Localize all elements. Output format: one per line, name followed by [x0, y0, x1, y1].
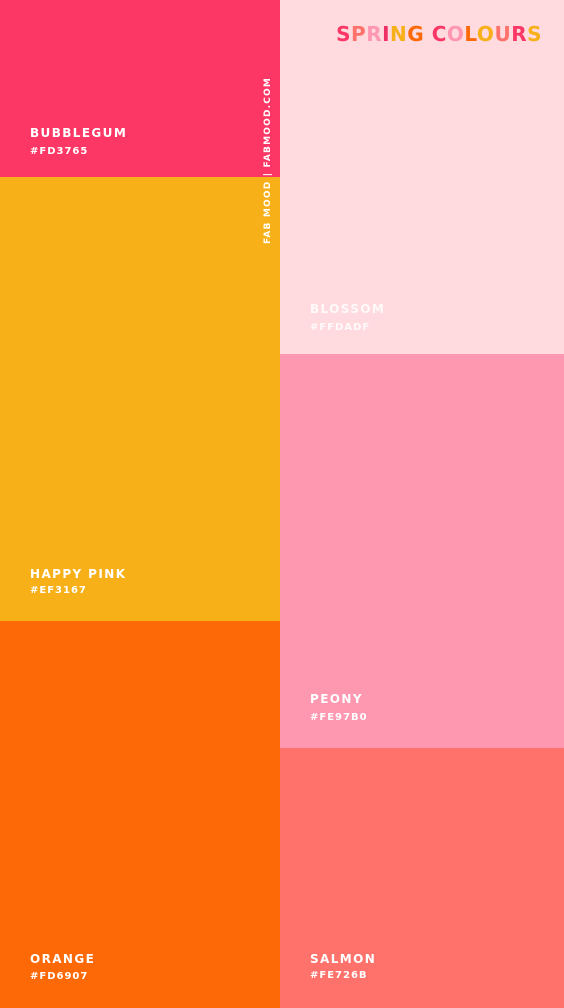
swatch-salmon: SALMON #FE726B	[280, 748, 564, 1008]
swatch-hex: #FE726B	[310, 970, 368, 981]
page-title: SPRING COLOURS	[336, 22, 542, 46]
brand-vertical-text: FAB MOOD | FABMOOD.COM	[263, 76, 273, 244]
swatch-name: PEONY	[310, 692, 363, 706]
swatch-name: HAPPY PINK	[30, 567, 127, 581]
swatch-happy-pink: HAPPY PINK #EF3167	[0, 177, 280, 621]
swatch-hex: #FD6907	[30, 971, 89, 982]
swatch-name: BUBBLEGUM	[30, 126, 128, 140]
swatch-hex: #FD3765	[30, 146, 89, 157]
swatch-hex: #FFDADF	[310, 322, 371, 333]
swatch-blossom: BLOSSOM #FFDADF	[280, 0, 564, 354]
swatch-peony: PEONY #FE97B0	[280, 354, 564, 748]
swatch-name: SALMON	[310, 952, 377, 966]
swatch-orange: ORANGE #FD6907	[0, 621, 280, 1008]
swatch-name: ORANGE	[30, 952, 96, 966]
swatch-name: BLOSSOM	[310, 302, 386, 316]
swatch-hex: #FE97B0	[310, 712, 368, 723]
swatch-hex: #EF3167	[30, 585, 87, 596]
swatch-bubblegum: BUBBLEGUM #FD3765	[0, 0, 280, 177]
